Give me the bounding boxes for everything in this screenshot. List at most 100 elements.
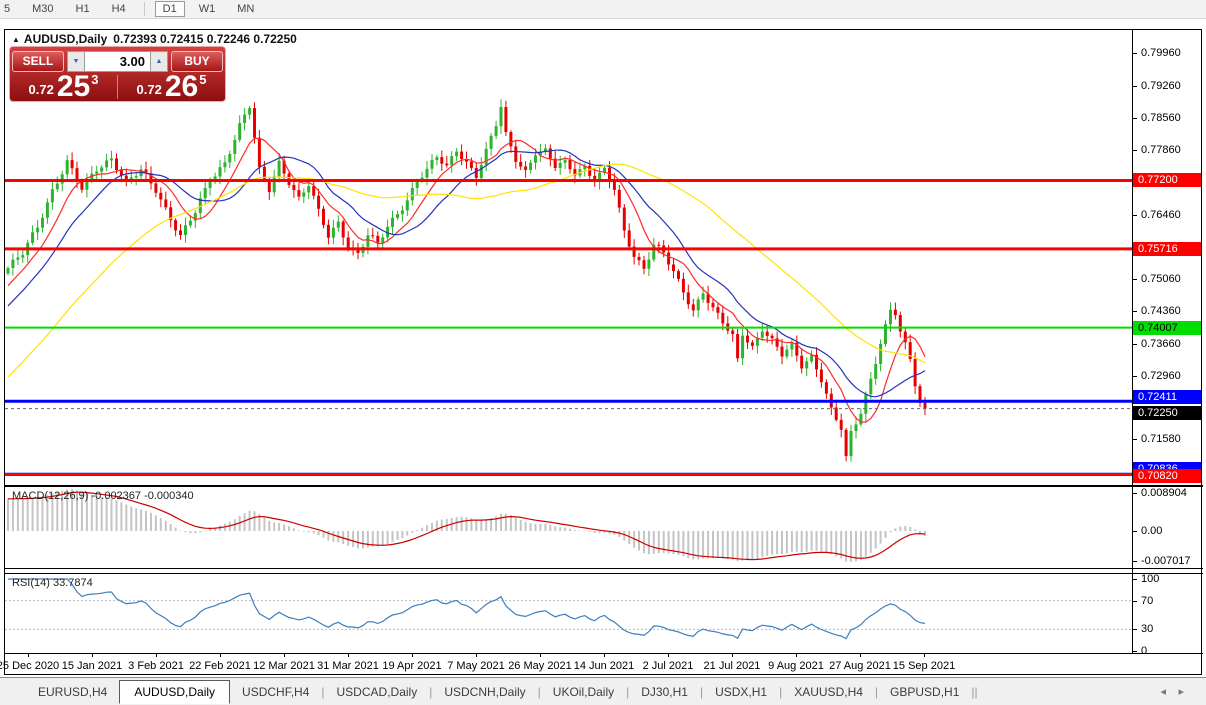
- candle-body: [874, 364, 877, 379]
- candle-body: [790, 343, 793, 350]
- candle-body: [76, 168, 79, 181]
- candle-body: [731, 331, 734, 335]
- tab-dj30-h1[interactable]: DJ30,H1: [629, 681, 700, 703]
- tab-usdx-h1[interactable]: USDX,H1: [703, 681, 779, 703]
- axis-tick-mark: [1132, 344, 1137, 345]
- tab-usdchf-h4[interactable]: USDCHF,H4: [230, 681, 321, 703]
- sell-price-display[interactable]: 0.72 25 3: [10, 73, 117, 101]
- tab-xauusd-h4[interactable]: XAUUSD,H4: [782, 681, 875, 703]
- axis-tick-label: 100: [1141, 573, 1159, 585]
- price-level-badge-0.75716: 0.75716: [1133, 242, 1201, 256]
- candle-body: [800, 356, 803, 369]
- tab-usdcad-daily[interactable]: USDCAD,Daily: [325, 681, 430, 703]
- candle-body: [638, 257, 641, 260]
- candle-body: [194, 213, 197, 221]
- volume-increase-button[interactable]: ▲: [150, 51, 168, 72]
- candle-body: [859, 414, 862, 425]
- rsi-pane[interactable]: [5, 575, 1132, 653]
- pane-separator[interactable]: [5, 568, 1203, 569]
- candle-body: [697, 300, 700, 311]
- collapse-icon[interactable]: ▲: [12, 35, 20, 44]
- candle-body: [716, 307, 719, 313]
- candle-body: [746, 336, 749, 343]
- candle-body: [312, 186, 315, 196]
- toolbar-divider: [144, 2, 145, 16]
- axis-tick-label: 0.00: [1141, 525, 1162, 537]
- time-tick-mark: [860, 653, 861, 657]
- candle-body: [766, 332, 769, 336]
- candle-body: [514, 146, 517, 162]
- chart-window[interactable]: ▲AUDUSD,Daily0.72393 0.72415 0.72246 0.7…: [4, 29, 1202, 675]
- candle-body: [702, 294, 705, 300]
- timeframe-button-5[interactable]: 5: [0, 1, 18, 17]
- candle-body: [209, 182, 212, 188]
- rsi-value: 33.7874: [53, 577, 93, 589]
- buy-price-pip: 5: [199, 72, 206, 87]
- timeframe-button-d1[interactable]: D1: [155, 1, 185, 17]
- candle-body: [376, 236, 379, 243]
- candle-body: [366, 235, 369, 246]
- candle-body: [243, 115, 246, 123]
- candle-body: [159, 193, 162, 200]
- candle-body: [529, 163, 532, 170]
- candle-body: [495, 126, 498, 136]
- pane-separator[interactable]: [5, 485, 1203, 487]
- candle-body: [519, 162, 522, 167]
- volume-input[interactable]: [85, 51, 150, 72]
- timeframe-button-mn[interactable]: MN: [229, 1, 262, 17]
- candle-body: [396, 214, 399, 218]
- candle-body: [228, 154, 231, 162]
- candle-body: [914, 359, 917, 386]
- candle-body: [66, 160, 69, 174]
- buy-button[interactable]: BUY: [171, 51, 223, 72]
- timeframe-button-m30[interactable]: M30: [24, 1, 61, 17]
- axis-tick-label: 0.72960: [1141, 370, 1181, 382]
- sell-button[interactable]: SELL: [12, 51, 64, 72]
- tab-usdcnh-daily[interactable]: USDCNH,Daily: [432, 681, 537, 703]
- candle-body: [115, 158, 118, 170]
- timeframe-button-w1[interactable]: W1: [191, 1, 224, 17]
- ma-slow-line: [8, 164, 925, 377]
- candle-body: [21, 255, 24, 257]
- candle-body: [470, 162, 473, 168]
- timeframe-button-h1[interactable]: H1: [68, 1, 98, 17]
- candle-body: [840, 420, 843, 430]
- axis-tick-label: 0.76460: [1141, 209, 1181, 221]
- axis-tick-mark: [1132, 561, 1137, 562]
- candle-body: [11, 260, 14, 268]
- candle-body: [504, 107, 507, 132]
- candle-body: [820, 370, 823, 383]
- candle-body: [613, 181, 616, 190]
- candle-body: [682, 279, 685, 293]
- candle-body: [322, 209, 325, 225]
- price-level-badge-0.72250: 0.72250: [1133, 406, 1201, 420]
- tab-audusd-daily[interactable]: AUDUSD,Daily: [119, 680, 230, 704]
- tab-scroll-right-icon[interactable]: ▸: [1178, 685, 1184, 698]
- candle-body: [785, 350, 788, 357]
- buy-price-big: 26: [165, 74, 198, 100]
- candle-body: [879, 344, 882, 364]
- candle-body: [825, 382, 828, 394]
- candle-body: [248, 108, 251, 115]
- candle-body: [219, 167, 222, 176]
- candle-body: [233, 140, 236, 154]
- axis-tick-label: 0: [1141, 645, 1147, 657]
- timeframe-button-h4[interactable]: H4: [104, 1, 134, 17]
- axis-tick-mark: [1132, 629, 1137, 630]
- tab-scroll-left-icon[interactable]: ◂: [1160, 685, 1166, 698]
- volume-decrease-button[interactable]: ▼: [67, 51, 85, 72]
- candle-body: [391, 218, 394, 227]
- tab-ukoil-daily[interactable]: UKOil,Daily: [541, 681, 626, 703]
- buy-price-display[interactable]: 0.72 26 5: [118, 73, 225, 101]
- tab-eurusd-h4[interactable]: EURUSD,H4: [26, 681, 119, 703]
- candle-body: [864, 394, 867, 414]
- tab-gbpusd-h1[interactable]: GBPUSD,H1: [878, 681, 971, 703]
- candle-body: [95, 172, 98, 174]
- candle-body: [445, 164, 448, 166]
- pane-separator[interactable]: [5, 573, 1203, 574]
- time-tick-mark: [348, 653, 349, 657]
- candle-body: [475, 168, 478, 178]
- candle-body: [677, 271, 680, 279]
- candle-body: [835, 408, 838, 420]
- candle-body: [16, 258, 19, 260]
